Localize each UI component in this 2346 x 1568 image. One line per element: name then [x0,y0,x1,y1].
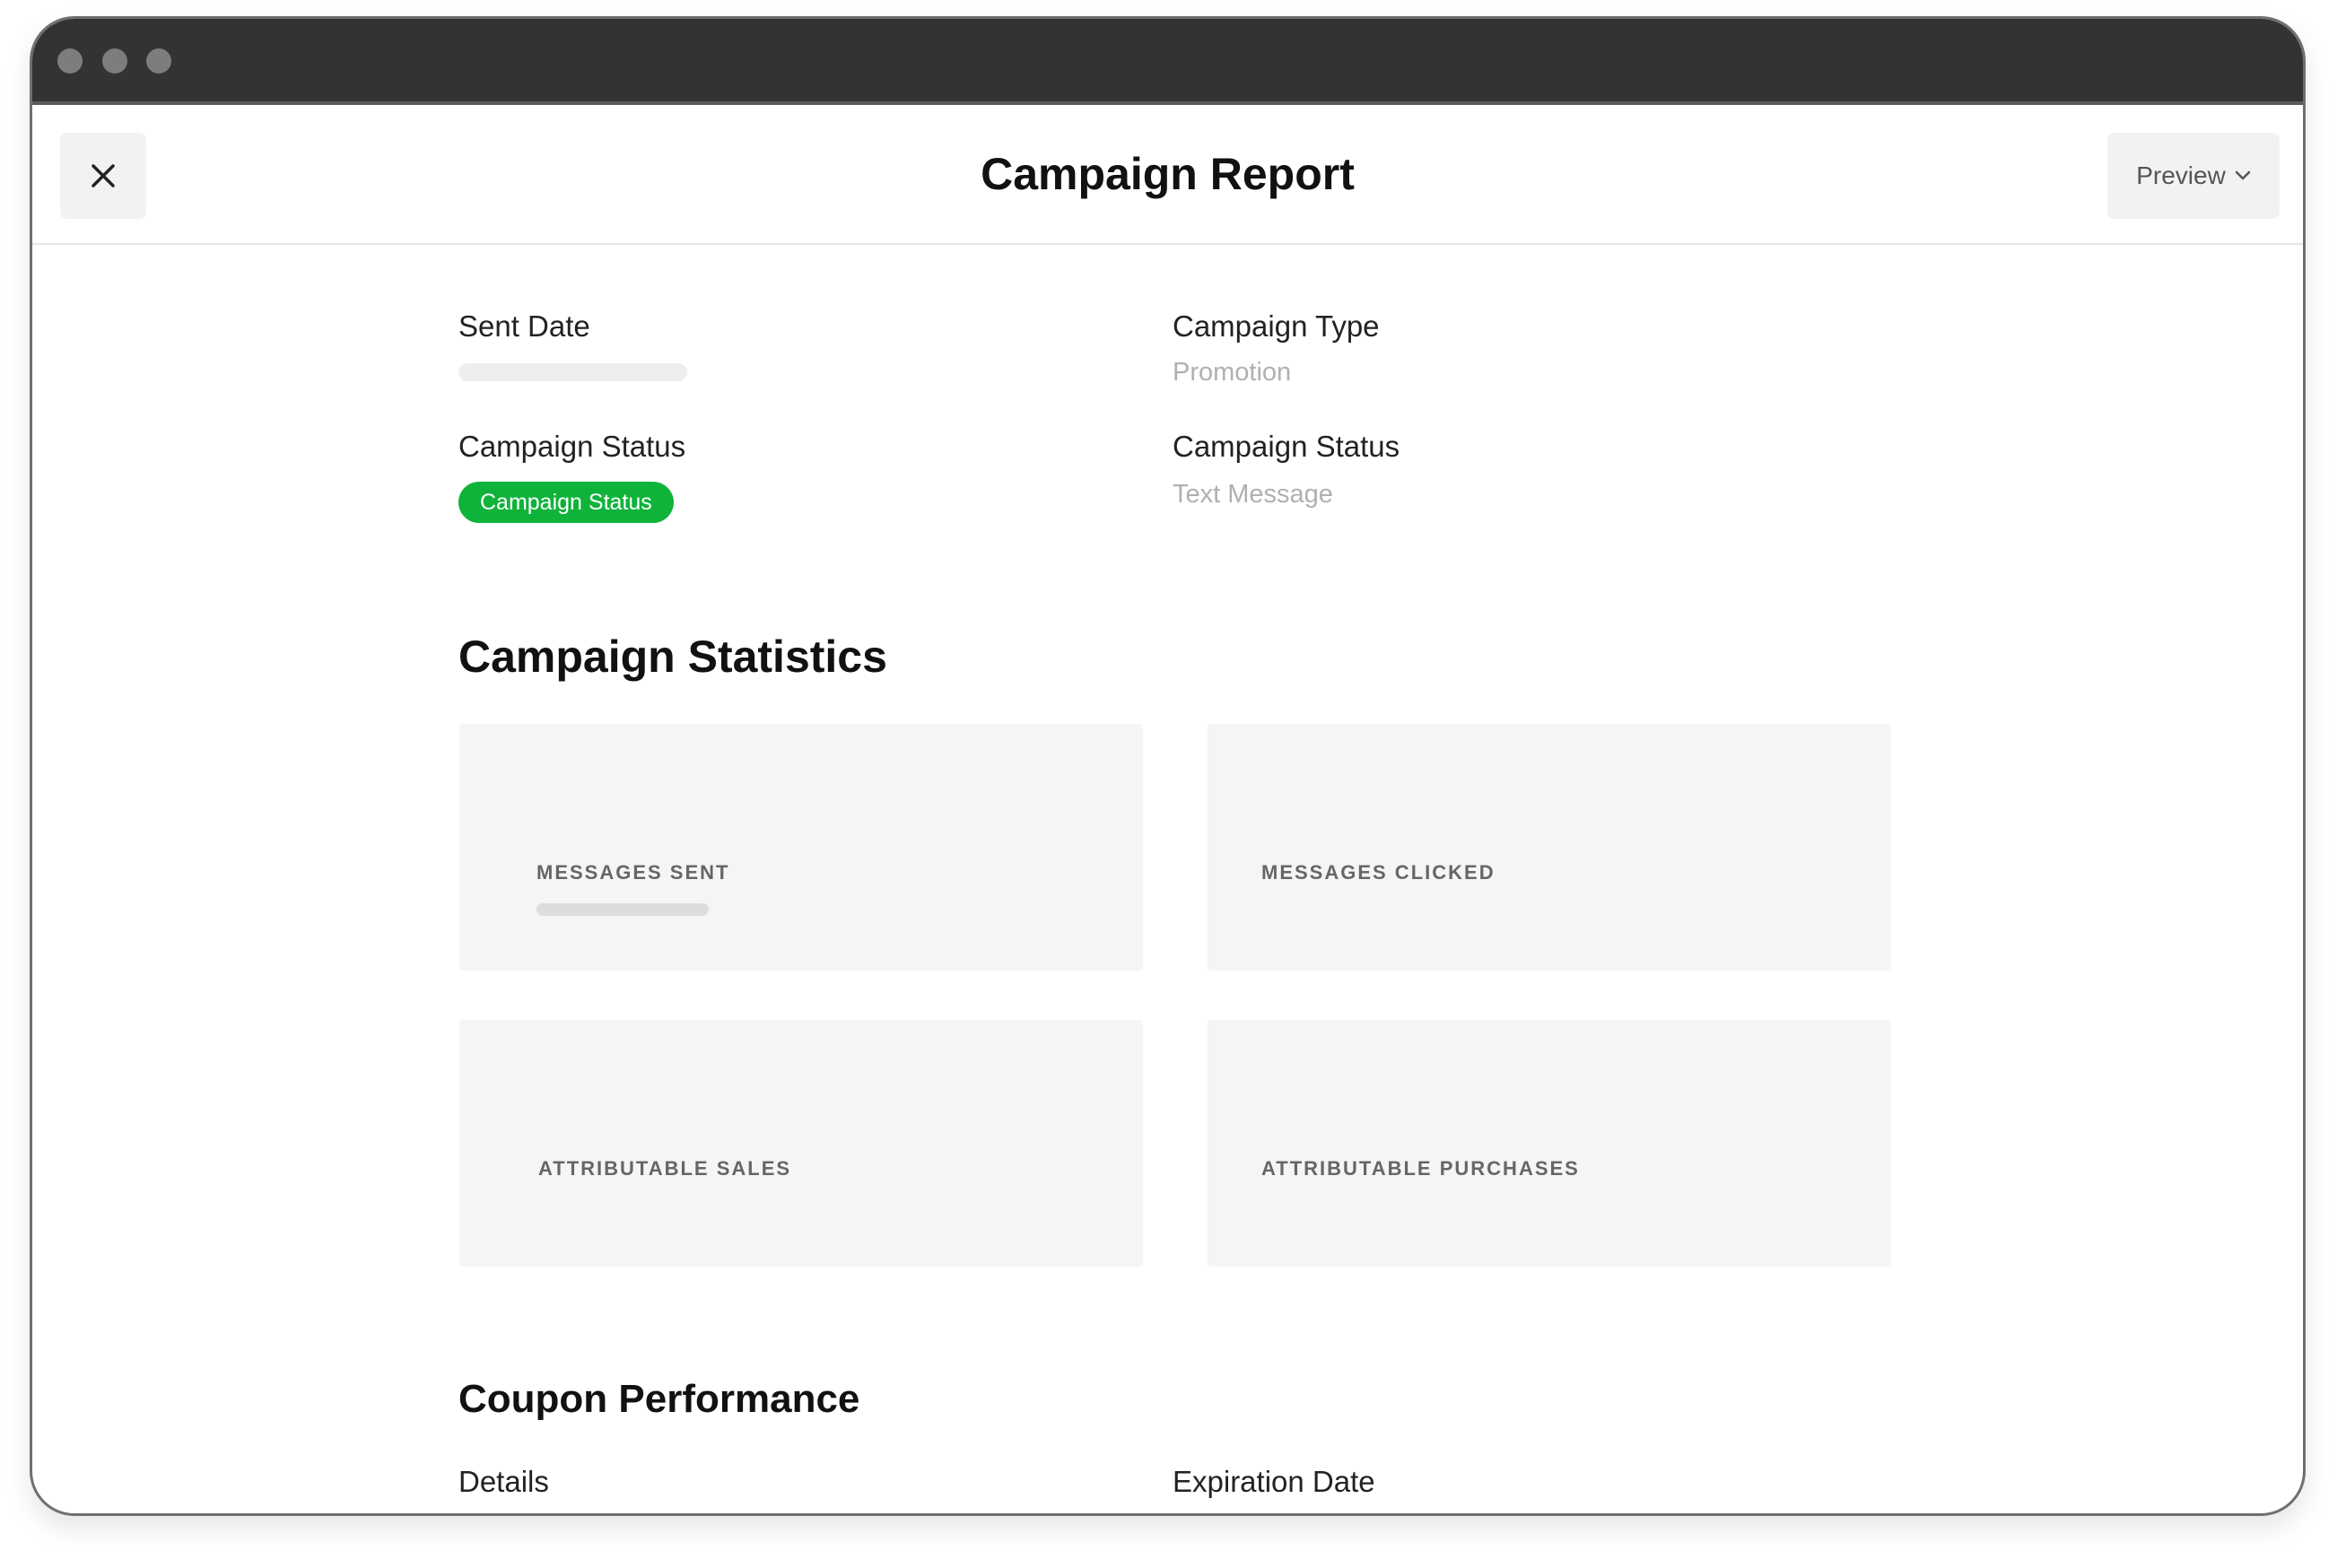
window-minimize-dot[interactable] [102,48,127,74]
window-close-dot[interactable] [57,48,83,74]
page-title: Campaign Report [981,149,1355,199]
stat-card-messages-clicked: MESSAGES CLICKED [1208,724,1891,971]
stat-label: ATTRIBUTABLE PURCHASES [1261,1157,1580,1180]
preview-button[interactable]: Preview [2107,133,2280,219]
statistics-title: Campaign Statistics [458,632,887,682]
sent-date-placeholder [458,363,687,381]
stat-label: MESSAGES SENT [536,861,730,884]
campaign-status-label: Campaign Status [458,430,686,463]
campaign-type-value: Promotion [1173,358,1292,387]
window-maximize-dot[interactable] [146,48,171,74]
coupon-expiration-label: Expiration Date [1173,1465,1375,1498]
stat-label: MESSAGES CLICKED [1261,861,1496,884]
status-badge: Campaign Status [458,482,674,523]
stat-value-placeholder [536,903,709,916]
campaign-status-value-2: Text Message [1173,480,1333,509]
coupon-details-label: Details [458,1465,549,1498]
coupon-performance-title: Coupon Performance [458,1377,860,1421]
window-titlebar [32,19,2303,105]
app-window: Campaign Report Preview Sent Date Campai… [30,16,2306,1516]
sent-date-label: Sent Date [458,309,590,343]
preview-label: Preview [2136,161,2226,189]
stat-card-attributable-purchases: ATTRIBUTABLE PURCHASES [1208,1020,1891,1267]
stat-card-messages-sent: MESSAGES SENT [459,724,1143,971]
campaign-status-label-2: Campaign Status [1173,430,1400,463]
chevron-down-icon [2235,170,2251,180]
stat-card-attributable-sales: ATTRIBUTABLE SALES [459,1020,1143,1267]
report-header: Campaign Report Preview [32,105,2303,245]
report-content: Sent Date Campaign Type Promotion Campai… [32,245,2303,1513]
campaign-type-label: Campaign Type [1173,309,1380,343]
stat-label: ATTRIBUTABLE SALES [538,1157,792,1180]
